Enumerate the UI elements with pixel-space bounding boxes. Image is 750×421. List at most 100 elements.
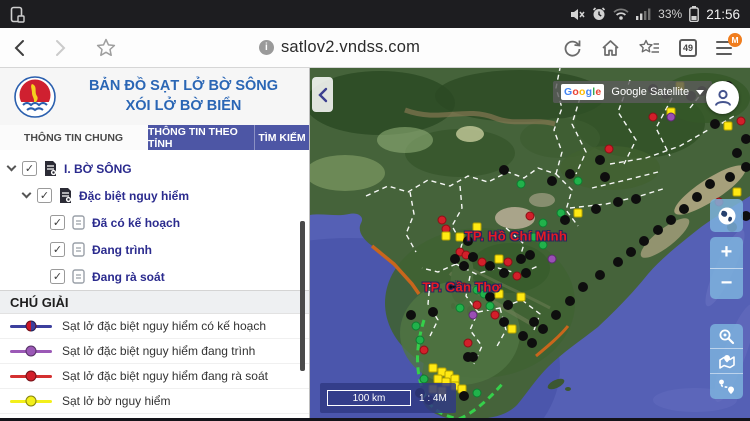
- erosion-marker[interactable]: [490, 311, 499, 320]
- erosion-marker[interactable]: [679, 204, 689, 214]
- erosion-marker[interactable]: [653, 225, 663, 235]
- erosion-marker[interactable]: [504, 258, 513, 267]
- erosion-marker[interactable]: [631, 194, 641, 204]
- tree-item-label[interactable]: Đang rà soát: [92, 270, 165, 284]
- erosion-marker[interactable]: [613, 257, 623, 267]
- erosion-marker[interactable]: [517, 293, 526, 302]
- erosion-marker[interactable]: [626, 247, 636, 257]
- checkbox[interactable]: ✓: [50, 215, 65, 230]
- erosion-marker[interactable]: [741, 134, 750, 144]
- back-button[interactable]: [14, 39, 25, 57]
- erosion-marker[interactable]: [529, 317, 539, 327]
- erosion-marker[interactable]: [649, 113, 658, 122]
- erosion-marker[interactable]: [724, 122, 733, 131]
- checkbox[interactable]: ✓: [37, 188, 52, 203]
- tree-item-dac-biet-nguy-hiem[interactable]: ✓ Đặc biệt nguy hiểm: [0, 182, 309, 209]
- address-bar[interactable]: i satlov2.vndss.com: [116, 38, 563, 57]
- erosion-marker[interactable]: [499, 268, 509, 278]
- erosion-marker[interactable]: [551, 310, 561, 320]
- erosion-marker[interactable]: [692, 192, 702, 202]
- erosion-marker[interactable]: [518, 331, 528, 341]
- erosion-marker[interactable]: [442, 231, 451, 240]
- erosion-marker[interactable]: [463, 352, 473, 362]
- erosion-marker[interactable]: [574, 176, 583, 185]
- erosion-marker[interactable]: [526, 212, 535, 221]
- erosion-marker[interactable]: [560, 215, 570, 225]
- erosion-marker[interactable]: [485, 261, 495, 271]
- erosion-marker[interactable]: [591, 204, 601, 214]
- erosion-marker[interactable]: [741, 162, 750, 172]
- erosion-marker[interactable]: [705, 179, 715, 189]
- erosion-marker[interactable]: [639, 236, 649, 246]
- locate-on-map-button[interactable]: [710, 349, 743, 374]
- menu-button[interactable]: M: [716, 40, 736, 56]
- erosion-marker[interactable]: [433, 374, 442, 383]
- zoom-in-button[interactable]: +: [710, 237, 743, 269]
- home-button[interactable]: [601, 39, 620, 57]
- erosion-marker[interactable]: [416, 335, 425, 344]
- erosion-marker[interactable]: [732, 148, 742, 158]
- erosion-marker[interactable]: [613, 197, 623, 207]
- erosion-marker[interactable]: [455, 304, 464, 313]
- erosion-marker[interactable]: [578, 282, 588, 292]
- basemap-selector[interactable]: Google Google Satellite: [553, 81, 712, 103]
- bookmarks-list-button[interactable]: [639, 39, 660, 57]
- erosion-marker[interactable]: [420, 346, 429, 355]
- checkbox[interactable]: ✓: [22, 161, 37, 176]
- erosion-marker[interactable]: [486, 302, 495, 311]
- tree-item-label[interactable]: Đang trình: [92, 243, 152, 257]
- tree-item-dang-ra-soat[interactable]: ✓ Đang rà soát: [0, 263, 309, 290]
- erosion-marker[interactable]: [527, 338, 537, 348]
- tab-count-button[interactable]: 49: [679, 39, 697, 57]
- erosion-marker[interactable]: [503, 300, 513, 310]
- erosion-marker[interactable]: [595, 270, 605, 280]
- tree-item-label[interactable]: Đã có kế hoạch: [92, 216, 180, 230]
- tree-item-label[interactable]: Đặc biệt nguy hiểm: [79, 189, 189, 203]
- erosion-marker[interactable]: [473, 300, 482, 309]
- erosion-marker[interactable]: [737, 116, 746, 125]
- erosion-marker[interactable]: [464, 339, 473, 348]
- search-location-button[interactable]: [710, 324, 743, 349]
- erosion-marker[interactable]: [508, 325, 517, 334]
- zoom-out-button[interactable]: −: [710, 269, 743, 300]
- tab-thong-tin-theo-tinh[interactable]: THÔNG TIN THEO TỈNH: [148, 125, 255, 150]
- erosion-marker[interactable]: [666, 215, 676, 225]
- chevron-down-icon[interactable]: [22, 189, 32, 199]
- erosion-marker[interactable]: [495, 254, 504, 263]
- tab-thong-tin-chung[interactable]: THÔNG TIN CHUNG: [0, 125, 148, 150]
- sidebar-collapse-button[interactable]: [312, 77, 333, 112]
- erosion-marker[interactable]: [406, 310, 416, 320]
- route-button[interactable]: [710, 374, 743, 399]
- reload-button[interactable]: [563, 38, 582, 57]
- erosion-marker[interactable]: [459, 391, 469, 401]
- tree-item-dang-trinh[interactable]: ✓ Đang trình: [0, 236, 309, 263]
- bookmark-star-button[interactable]: [96, 38, 116, 57]
- erosion-marker[interactable]: [574, 208, 583, 217]
- erosion-marker[interactable]: [450, 254, 460, 264]
- erosion-marker[interactable]: [732, 187, 741, 196]
- erosion-marker[interactable]: [438, 215, 447, 224]
- erosion-marker[interactable]: [605, 145, 614, 154]
- erosion-marker[interactable]: [710, 119, 720, 129]
- erosion-marker[interactable]: [547, 176, 557, 186]
- tab-tim-kiem[interactable]: TÌM KIẾM: [255, 125, 309, 150]
- erosion-marker[interactable]: [725, 172, 735, 182]
- erosion-marker[interactable]: [666, 113, 675, 122]
- erosion-marker[interactable]: [565, 169, 575, 179]
- erosion-marker[interactable]: [517, 180, 526, 189]
- checkbox[interactable]: ✓: [50, 269, 65, 284]
- map-canvas[interactable]: TP. Hồ Chí Minh TP. Cần Thơ Google Googl…: [310, 68, 750, 421]
- sidebar-scrollbar[interactable]: [300, 221, 305, 371]
- forward-button[interactable]: [55, 39, 66, 57]
- tree-item-da-co-ke-hoach[interactable]: ✓ Đã có kế hoạch: [0, 209, 309, 236]
- account-button[interactable]: [706, 81, 739, 114]
- tree-item-bo-song[interactable]: ✓ I. BỜ SÔNG: [0, 155, 309, 182]
- erosion-marker[interactable]: [538, 324, 548, 334]
- erosion-marker[interactable]: [459, 261, 469, 271]
- erosion-marker[interactable]: [411, 321, 420, 330]
- tree-item-label[interactable]: I. BỜ SÔNG: [64, 162, 132, 176]
- checkbox[interactable]: ✓: [50, 242, 65, 257]
- url-text[interactable]: satlov2.vndss.com: [281, 38, 420, 57]
- globe-view-button[interactable]: [710, 199, 743, 232]
- erosion-marker[interactable]: [539, 219, 548, 228]
